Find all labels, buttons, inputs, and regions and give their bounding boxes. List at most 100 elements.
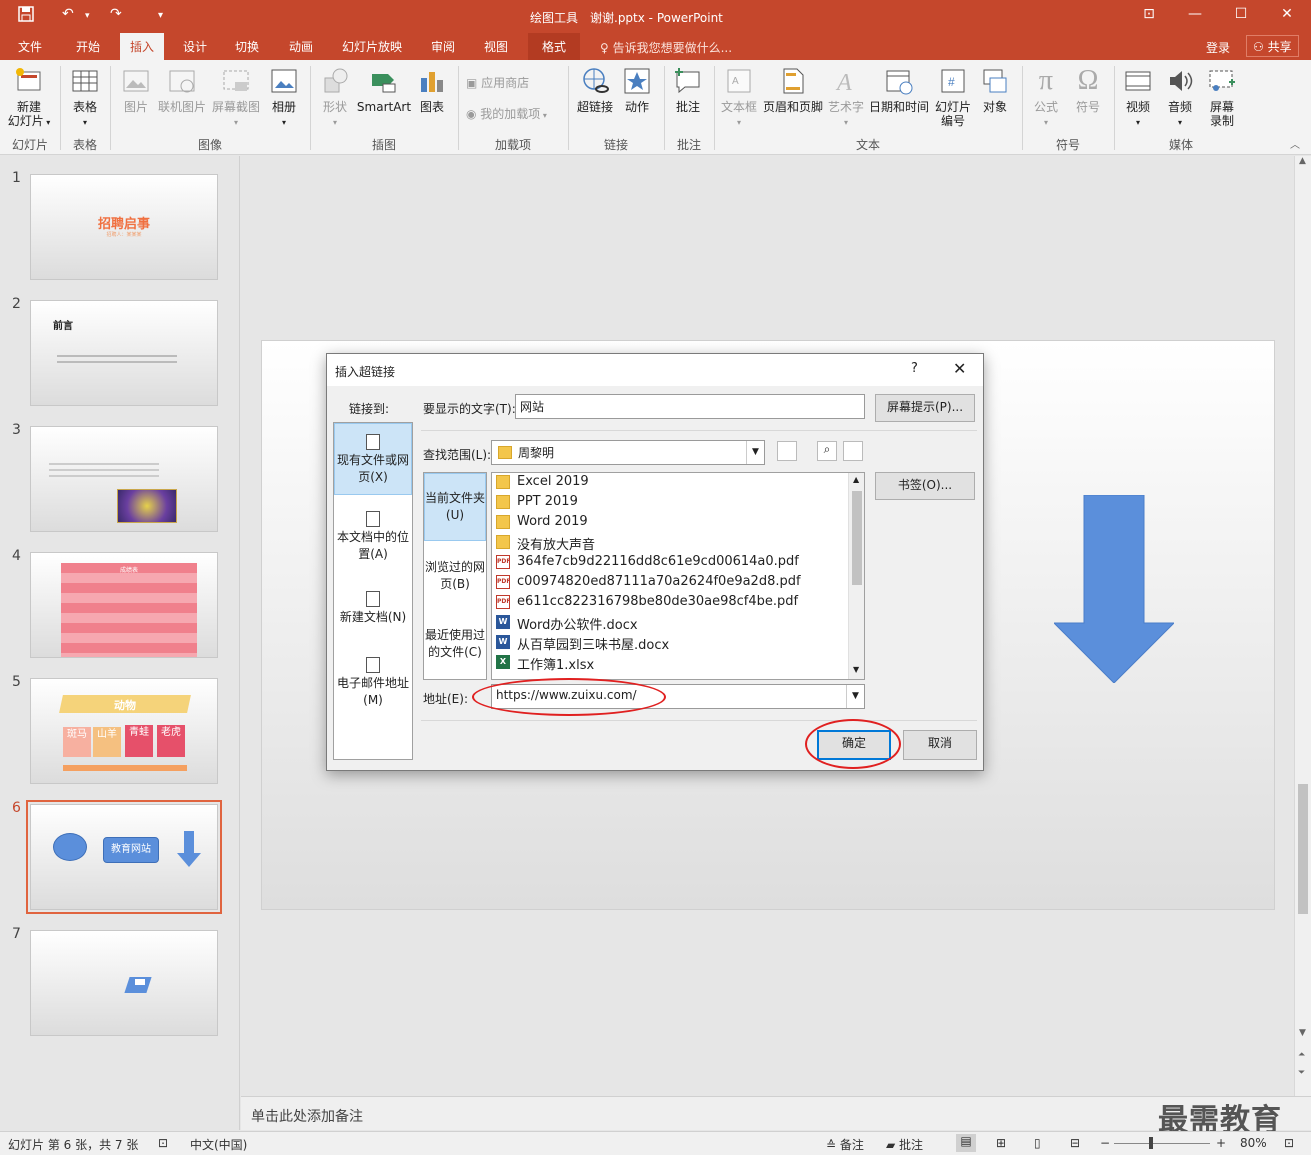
equation-button[interactable]: π 公式 ▾ [1026, 66, 1066, 130]
online-picture-button[interactable]: 联机图片 [156, 66, 208, 114]
undo-dropdown-icon[interactable]: ▾ [85, 11, 90, 21]
zoom-slider-thumb[interactable] [1149, 1137, 1154, 1149]
browsed-pages-tab[interactable]: 浏览过的网页(B) [424, 559, 486, 595]
maximize-button[interactable]: ☐ [1226, 6, 1256, 22]
video-button[interactable]: 视频 ▾ [1118, 66, 1158, 130]
new-slide-button[interactable]: 新建 幻灯片 ▾ [6, 66, 52, 130]
reading-view-icon[interactable]: ▯ [1034, 1136, 1041, 1150]
tab-view[interactable]: 视图 [484, 38, 508, 55]
file-list-item[interactable]: PDF 364fe7cb9d22116dd8c61e9cd00614a0.pdf [496, 553, 846, 573]
table-button[interactable]: 表格 ▾ [66, 66, 104, 130]
slideshow-icon[interactable]: ⊟ [1070, 1136, 1080, 1150]
audio-button[interactable]: 音频 ▾ [1160, 66, 1200, 130]
file-list-item[interactable]: PPT 2019 [496, 493, 846, 513]
slide-thumbnail-2[interactable]: 前言 [30, 300, 218, 406]
album-button[interactable]: 相册 ▾ [266, 66, 302, 130]
picture-button[interactable]: 图片 [116, 66, 156, 114]
slide-thumbnail-3[interactable] [30, 426, 218, 532]
slide-thumbnail-6[interactable]: 教育网站 [26, 800, 222, 914]
screen-record-button[interactable]: 屏幕 录制 [1202, 66, 1242, 128]
wordart-button[interactable]: A 艺术字 ▾ [826, 66, 866, 130]
my-addins-button[interactable]: ◉ 我的加载项 ▾ [466, 105, 547, 122]
spellcheck-icon[interactable]: ⊡ [158, 1136, 168, 1150]
save-icon[interactable] [18, 6, 34, 26]
previous-slide-icon[interactable]: ⏶ [1298, 1050, 1305, 1060]
login-link[interactable]: 登录 [1206, 39, 1230, 56]
slide-thumbnail-1[interactable]: 招聘启事 招聘人：某某某 [30, 174, 218, 280]
notes-pane[interactable]: 单击此处添加备注 [241, 1096, 1311, 1130]
close-button[interactable]: ✕ [1272, 6, 1302, 22]
tell-me-search[interactable]: ♀ 告诉我您想要做什么... [600, 39, 732, 56]
file-list-item[interactable]: PDF e611cc822316798be80de30ae98cf4be.pdf [496, 593, 846, 613]
store-button[interactable]: ▣ 应用商店 [466, 74, 529, 91]
object-button[interactable]: 对象 [976, 66, 1014, 114]
look-in-select[interactable]: 周黎明 ▼ [491, 440, 765, 465]
datetime-button[interactable]: 日期和时间 [866, 66, 932, 114]
link-place-in-document[interactable]: 本文档中的位置(A) [334, 505, 412, 565]
fit-to-window-icon[interactable]: ⊡ [1284, 1136, 1294, 1150]
collapse-ribbon-icon[interactable]: ︿ [1290, 136, 1300, 151]
notes-placeholder[interactable]: 单击此处添加备注 [251, 1106, 363, 1126]
scroll-down-icon[interactable]: ▼ [853, 665, 859, 674]
ribbon-display-icon[interactable]: ⊡ [1134, 6, 1164, 22]
current-folder-tab[interactable]: 当前文件夹(U) [424, 473, 486, 541]
dialog-help-button[interactable]: ? [911, 361, 918, 376]
customize-qat-icon[interactable]: ▾ [158, 10, 163, 21]
tab-animations[interactable]: 动画 [289, 38, 313, 55]
slide-thumbnail-5[interactable]: 动物 斑马 山羊 青蛙 老虎 [30, 678, 218, 784]
file-list-item[interactable]: PDF c00974820ed87111a70a2624f0e9a2d8.pdf [496, 573, 846, 593]
link-existing-file[interactable]: 现有文件或网页(X) [334, 423, 412, 495]
tab-file[interactable]: 文件 [18, 38, 42, 55]
tab-slideshow[interactable]: 幻灯片放映 [342, 38, 402, 55]
bookmark-button[interactable]: 书签(O)... [875, 472, 975, 500]
comments-toggle[interactable]: ▰ 批注 [886, 1136, 923, 1153]
file-list-item[interactable]: Word 2019 [496, 513, 846, 533]
zoom-in-button[interactable]: + [1216, 1136, 1226, 1150]
tab-review[interactable]: 审阅 [431, 38, 455, 55]
shapes-button[interactable]: 形状 ▾ [316, 66, 354, 130]
minimize-button[interactable]: — [1180, 6, 1210, 22]
header-footer-button[interactable]: 页眉和页脚 [762, 66, 824, 114]
link-email-address[interactable]: 电子邮件地址(M) [334, 651, 412, 711]
zoom-slider-track[interactable] [1114, 1143, 1210, 1144]
up-folder-icon[interactable] [777, 441, 797, 461]
scroll-down-icon[interactable]: ▼ [1299, 1028, 1306, 1038]
file-list-item[interactable]: W 从百草园到三味书屋.docx [496, 633, 846, 653]
file-list-item[interactable]: Excel 2019 [496, 473, 846, 493]
next-slide-icon[interactable]: ⏷ [1298, 1068, 1305, 1078]
file-list-item[interactable]: X 工作簿1.xlsx [496, 653, 846, 673]
chevron-down-icon[interactable]: ▼ [746, 441, 764, 464]
action-button[interactable]: 动作 [618, 66, 656, 114]
scrollbar-thumb[interactable] [852, 491, 862, 585]
screentip-button[interactable]: 屏幕提示(P)... [875, 394, 975, 422]
language-indicator[interactable]: 中文(中国) [190, 1136, 247, 1153]
scroll-up-icon[interactable]: ▲ [1299, 156, 1306, 166]
normal-view-icon[interactable]: ▤ [956, 1134, 976, 1152]
tab-format[interactable]: 格式 [528, 33, 581, 60]
file-list-item[interactable]: W Word办公软件.docx [496, 613, 846, 633]
tab-insert[interactable]: 插入 [120, 33, 165, 60]
redo-icon[interactable]: ↷ [110, 6, 122, 22]
cancel-button[interactable]: 取消 [903, 730, 977, 760]
chart-button[interactable]: 图表 [414, 66, 450, 114]
undo-icon[interactable]: ↶ [62, 6, 74, 22]
recent-files-tab[interactable]: 最近使用过的文件(C) [424, 627, 486, 663]
browse-file-icon[interactable] [843, 441, 863, 461]
file-list[interactable]: ▲ ▼ Excel 2019 PPT 2019 Word 2019 没有放大声音 PDF… [491, 472, 865, 680]
zoom-level[interactable]: 80% [1240, 1136, 1267, 1150]
file-list-scrollbar[interactable]: ▲ ▼ [848, 473, 864, 679]
display-text-input[interactable]: 网站 [515, 394, 865, 419]
scrollbar-thumb[interactable] [1298, 784, 1308, 914]
slide-number-button[interactable]: # 幻灯片 编号 [934, 66, 972, 128]
slide-thumbnail-4[interactable]: 成绩表 [30, 552, 218, 658]
comment-button[interactable]: 批注 [668, 66, 708, 114]
browse-web-icon[interactable]: ⌕ [817, 441, 837, 461]
hyperlink-button[interactable]: 超链接 [574, 66, 616, 114]
slide-thumbnail-7[interactable] [30, 930, 218, 1036]
symbol-button[interactable]: Ω 符号 [1068, 66, 1108, 115]
chevron-down-icon[interactable]: ▼ [846, 685, 864, 708]
slide-thumbnails-pane[interactable]: 1 招聘启事 招聘人：某某某 2 前言 3 4 成绩表 5 动物 斑马 山羊 青… [0, 156, 240, 1130]
scroll-up-icon[interactable]: ▲ [853, 475, 859, 484]
vertical-scrollbar[interactable]: ▲ ▼ ⏶ ⏷ [1294, 156, 1311, 1096]
dialog-close-button[interactable]: ✕ [953, 359, 966, 378]
